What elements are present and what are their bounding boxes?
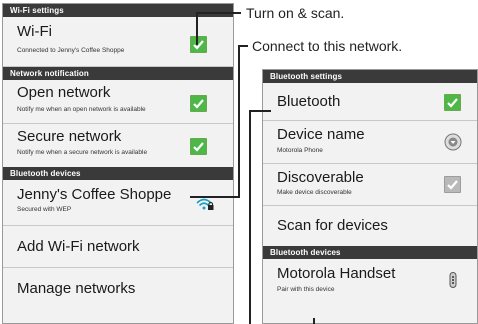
- wifi-locked-icon: [196, 197, 214, 216]
- open-network-row[interactable]: Open network Notify me when an open netw…: [3, 80, 233, 124]
- wifi-title: Wi-Fi: [17, 23, 52, 40]
- handset-sub: Pair with this device: [277, 286, 335, 293]
- secure-network-title: Secure network: [17, 128, 122, 145]
- discoverable-row[interactable]: Discoverable Make device discoverable: [263, 164, 477, 206]
- network-row-jennys-coffee-shoppe[interactable]: Jenny's Coffee Shoppe Secured with WEP: [3, 180, 233, 226]
- discoverable-sub: Make device discoverable: [277, 189, 352, 196]
- callout-connect-network: Connect to this network.: [252, 38, 403, 54]
- bluetooth-toggle-row[interactable]: Bluetooth: [263, 83, 477, 121]
- wifi-checkbox[interactable]: [190, 36, 207, 53]
- callout-line-turn-on-v: [196, 12, 198, 45]
- wifi-toggle-row[interactable]: Wi-Fi Connected to Jenny's Coffee Shoppe: [3, 17, 233, 67]
- bluetooth-settings-header: Bluetooth settings: [263, 70, 477, 83]
- open-network-sub: Notify me when an open network is availa…: [17, 106, 146, 113]
- secure-network-row[interactable]: Secure network Notify me when a secure n…: [3, 124, 233, 167]
- motorola-handset-row[interactable]: Motorola Handset Pair with this device: [263, 259, 477, 309]
- bluetooth-checkbox[interactable]: [444, 94, 461, 111]
- callout-line-bluetooth-h: [249, 110, 271, 112]
- radio-selected-icon[interactable]: [444, 133, 462, 156]
- scan-for-devices-label: Scan for devices: [277, 217, 388, 234]
- callout-line-bluetooth-v: [249, 110, 251, 324]
- add-wifi-network-row[interactable]: Add Wi-Fi network: [3, 226, 233, 268]
- wifi-networks-header: Bluetooth devices: [3, 167, 233, 180]
- wifi-settings-panel: Wi-Fi settings Wi-Fi Connected to Jenny'…: [2, 3, 234, 324]
- network-security-text: Secured with WEP: [17, 206, 72, 213]
- bluetooth-devices-header: Bluetooth devices: [263, 246, 477, 259]
- discoverable-title: Discoverable: [277, 169, 364, 186]
- manage-networks-row[interactable]: Manage networks: [3, 268, 233, 310]
- secure-network-checkbox[interactable]: [190, 138, 207, 155]
- bluetooth-settings-panel: Bluetooth settings Bluetooth Device name…: [262, 69, 478, 324]
- callout-line-connect-v: [238, 45, 240, 197]
- callout-line-handset: [313, 318, 315, 324]
- callout-line-connect-to-row: [190, 196, 240, 198]
- handset-name: Motorola Handset: [277, 265, 396, 282]
- device-name-value: Motorola Phone: [277, 147, 323, 154]
- network-name: Jenny's Coffee Shoppe: [17, 186, 172, 203]
- device-name-row[interactable]: Device name Motorola Phone: [263, 121, 477, 164]
- wifi-settings-header: Wi-Fi settings: [3, 4, 233, 17]
- secure-network-sub: Notify me when a secure network is avail…: [17, 149, 148, 156]
- discoverable-checkbox[interactable]: [444, 176, 461, 193]
- bluetooth-title: Bluetooth: [277, 93, 341, 110]
- device-name-title: Device name: [277, 126, 365, 143]
- network-notification-header: Network notification: [3, 67, 233, 80]
- add-wifi-network-label: Add Wi-Fi network: [17, 238, 140, 255]
- open-network-title: Open network: [17, 84, 111, 101]
- scan-for-devices-row[interactable]: Scan for devices: [263, 206, 477, 246]
- bluetooth-headset-icon: [449, 272, 457, 293]
- callout-turn-on-scan: Turn on & scan.: [246, 5, 345, 21]
- wifi-status-text: Connected to Jenny's Coffee Shoppe: [17, 47, 125, 54]
- manage-networks-label: Manage networks: [17, 280, 136, 297]
- open-network-checkbox[interactable]: [190, 95, 207, 112]
- callout-line-turn-on-h: [196, 12, 241, 14]
